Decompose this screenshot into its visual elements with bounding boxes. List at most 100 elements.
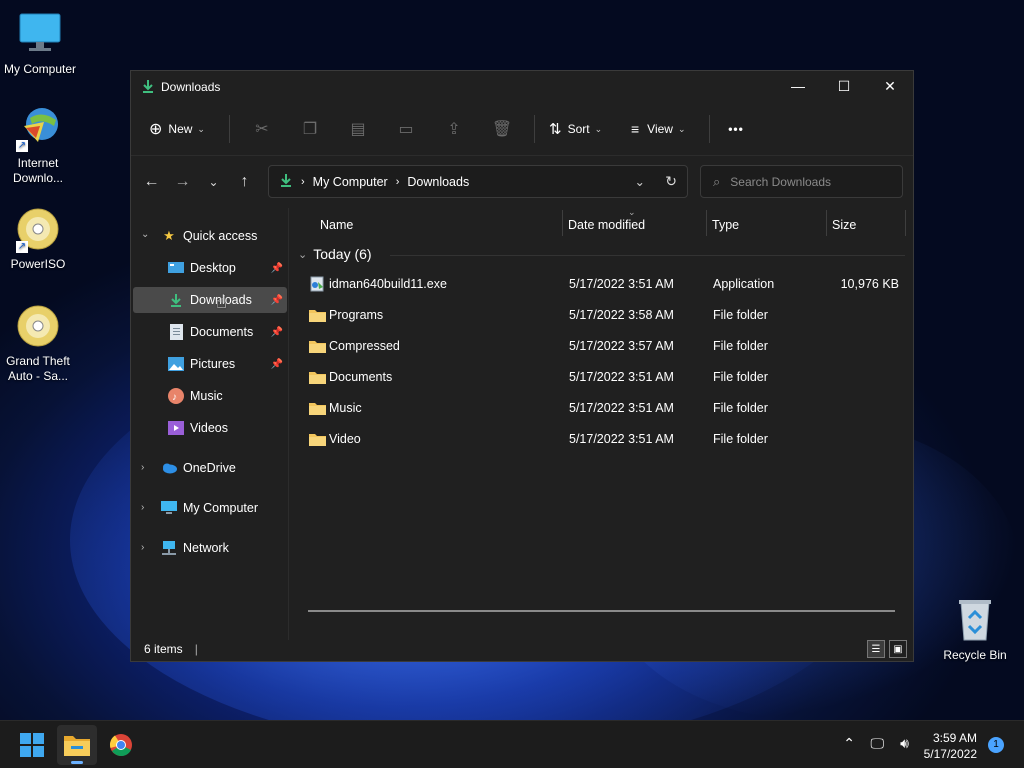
cloud-icon	[161, 460, 177, 476]
desktop-icon-poweriso[interactable]: ↗ PowerISO	[0, 205, 78, 272]
paste-icon[interactable]: ▤	[334, 113, 382, 145]
table-row[interactable]: Compressed 5/17/2022 3:57 AM File folder	[290, 331, 914, 362]
plus-circle-icon: ⊕	[149, 121, 163, 138]
monitor-icon	[161, 500, 177, 516]
pin-icon[interactable]: 📌	[271, 359, 283, 370]
sidebar-item-quick-access[interactable]: ⌄ ★ Quick access	[131, 223, 287, 249]
chevron-right-icon[interactable]: ›	[141, 542, 144, 553]
table-row[interactable]: Music 5/17/2022 3:51 AM File folder	[290, 393, 914, 424]
cut-icon[interactable]: ✂	[238, 113, 286, 145]
column-header-date-modified[interactable]: Date modified	[568, 218, 645, 232]
column-header-name[interactable]: Name	[320, 218, 353, 232]
chevron-right-icon[interactable]: ›	[141, 462, 144, 473]
search-box[interactable]: ⌕ Search Downloads	[700, 165, 903, 198]
sidebar-item-music[interactable]: ♪ Music	[146, 383, 287, 409]
breadcrumb-my-computer[interactable]: My Computer	[313, 175, 388, 189]
sort-button[interactable]: ⇅ Sort ⌄	[543, 113, 621, 145]
chevron-down-icon[interactable]: ⌄	[141, 229, 149, 240]
more-options-button[interactable]: •••	[718, 113, 754, 145]
copy-icon[interactable]: ❐	[286, 113, 334, 145]
folder-icon	[309, 341, 326, 353]
table-row[interactable]: Documents 5/17/2022 3:51 AM File folder	[290, 362, 914, 393]
group-header-today[interactable]: ⌄ Today (6)	[298, 246, 372, 262]
view-button[interactable]: ≡ View ⌄	[621, 113, 701, 145]
network-status-icon[interactable]: 🖵	[871, 735, 885, 752]
minimize-button[interactable]: —	[775, 71, 821, 101]
desktop-icon-my-computer[interactable]: My Computer	[0, 10, 80, 77]
address-dropdown-chevron-icon[interactable]: ⌄	[635, 174, 645, 189]
download-arrow-icon	[279, 173, 293, 190]
table-row[interactable]: Programs 5/17/2022 3:58 AM File folder	[290, 300, 914, 331]
chevron-down-icon: ⌄	[197, 123, 205, 134]
chevron-down-icon: ⌄	[677, 123, 686, 134]
desktop-icon-label: Grand Theft	[6, 354, 70, 368]
forward-arrow-icon[interactable]: →	[167, 166, 198, 198]
window-title: Downloads	[161, 80, 221, 94]
group-label: Today (6)	[313, 246, 372, 262]
clock[interactable]: 3:59 AM 5/17/2022	[924, 730, 977, 762]
desktop-icon-label: Recycle Bin	[943, 648, 1007, 662]
toolbar-divider	[709, 115, 710, 143]
table-row[interactable]: idman640build11.exe 5/17/2022 3:51 AM Ap…	[290, 269, 914, 300]
back-arrow-icon[interactable]: ←	[136, 166, 167, 198]
volume-icon[interactable]: 🔊︎	[900, 735, 909, 752]
horizontal-scrollbar[interactable]	[308, 610, 895, 612]
sidebar-item-label: Network	[183, 541, 229, 555]
sidebar-item-videos[interactable]: Videos	[146, 415, 287, 441]
chrome-taskbar-button[interactable]	[101, 725, 141, 765]
pin-icon[interactable]: 📌	[271, 327, 283, 338]
tiles-view-icon[interactable]: ▣	[889, 640, 907, 658]
column-divider[interactable]	[826, 210, 827, 236]
up-arrow-icon[interactable]: ↑	[229, 166, 260, 198]
desktop-icon-internet-download-manager[interactable]: ↗ Internet Downlo...	[0, 104, 78, 186]
new-button[interactable]: ⊕ New ⌄	[149, 113, 221, 145]
folder-icon	[309, 403, 326, 415]
pin-icon[interactable]: 📌	[271, 263, 283, 274]
title-bar[interactable]: Downloads — ☐ ✕	[131, 71, 913, 103]
disc-icon: ↗	[14, 205, 62, 253]
column-header-type[interactable]: Type	[712, 218, 739, 232]
details-view-icon[interactable]: ☰	[867, 640, 885, 658]
column-divider[interactable]	[562, 210, 563, 236]
pin-icon[interactable]: 📌	[271, 295, 283, 306]
file-name: idman640build11.exe	[329, 277, 447, 291]
column-divider[interactable]	[905, 210, 906, 236]
file-explorer-taskbar-button[interactable]	[57, 725, 97, 765]
sidebar-item-label: Videos	[190, 421, 228, 435]
sidebar-item-network[interactable]: › Network	[131, 535, 287, 561]
sort-icon: ⇅	[549, 121, 562, 138]
close-button[interactable]: ✕	[867, 71, 913, 101]
share-icon[interactable]: ⇪	[430, 113, 478, 145]
pictures-icon	[168, 356, 184, 372]
breadcrumb-separator-icon: ›	[301, 175, 305, 188]
column-header-size[interactable]: Size	[832, 218, 856, 232]
chevron-right-icon[interactable]: ›	[141, 502, 144, 513]
start-button[interactable]	[12, 725, 52, 765]
address-bar[interactable]: › My Computer › Downloads ⌄ ↻	[268, 165, 688, 198]
rename-icon[interactable]: ▭	[382, 113, 430, 145]
sidebar-item-documents[interactable]: Documents 📌	[146, 319, 287, 345]
table-row[interactable]: Video 5/17/2022 3:51 AM File folder	[290, 424, 914, 455]
delete-icon[interactable]: 🗑	[478, 113, 526, 145]
sidebar-item-label: OneDrive	[183, 461, 236, 475]
breadcrumb-downloads[interactable]: Downloads	[407, 175, 469, 189]
sidebar-item-downloads[interactable]: Downloads 📌	[133, 287, 287, 313]
show-hidden-icons-chevron-icon[interactable]: ⌃	[843, 735, 855, 752]
view-lines-icon: ≡	[631, 121, 640, 137]
refresh-icon[interactable]: ↻	[665, 173, 677, 190]
column-divider[interactable]	[706, 210, 707, 236]
svg-text:♪: ♪	[172, 392, 177, 403]
maximize-button[interactable]: ☐	[821, 71, 867, 101]
sidebar-item-my-computer[interactable]: › My Computer	[131, 495, 287, 521]
sidebar-item-onedrive[interactable]: › OneDrive	[131, 455, 287, 481]
sidebar-item-desktop[interactable]: Desktop 📌	[146, 255, 287, 281]
notification-badge[interactable]: 1	[988, 737, 1004, 753]
sidebar-item-label: Desktop	[190, 261, 236, 275]
view-label: View	[647, 122, 673, 136]
desktop-icon-recycle-bin[interactable]: Recycle Bin	[935, 596, 1015, 663]
file-name: Programs	[329, 308, 384, 322]
sidebar-item-pictures[interactable]: Pictures 📌	[146, 351, 287, 377]
desktop-icon-gta[interactable]: Grand Theft Auto - Sa...	[0, 302, 78, 384]
sort-label: Sort	[567, 122, 590, 136]
recent-locations-chevron-icon[interactable]: ⌄	[198, 166, 229, 198]
